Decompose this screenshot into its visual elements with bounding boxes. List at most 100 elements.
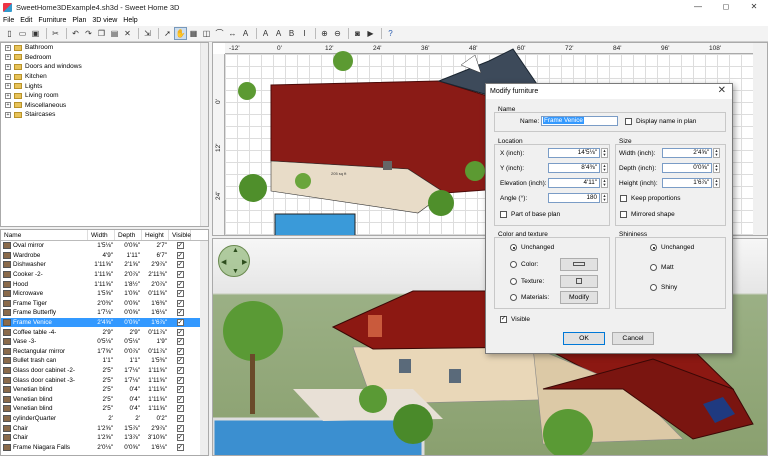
width-input[interactable]: 2'4⅝" bbox=[662, 148, 712, 158]
nav-up-icon[interactable]: ▲ bbox=[232, 247, 239, 254]
table-row[interactable]: Venetian blind 2'5" 0'4" 1'11⅝" ✓ bbox=[1, 404, 208, 414]
shine-unchanged-radio[interactable] bbox=[650, 244, 657, 251]
table-row[interactable]: Coffee table -4- 2'9" 2'9" 0'11⅞" ✓ bbox=[1, 327, 208, 337]
table-row[interactable]: Chair 1'2⅝" 1'5⅞" 2'9⅞" ✓ bbox=[1, 423, 208, 433]
new-home-icon[interactable]: ▯ bbox=[4, 28, 15, 39]
elevation-input[interactable]: 4'11" bbox=[548, 178, 600, 188]
texture-radio[interactable] bbox=[510, 278, 517, 285]
text-style-icon[interactable]: A bbox=[273, 28, 284, 39]
create-dimensions-icon[interactable]: ↔ bbox=[227, 28, 238, 39]
visible-checkbox[interactable]: ✓ bbox=[176, 261, 184, 269]
catalog-category[interactable]: + Kitchen bbox=[1, 72, 208, 82]
visible-checkbox[interactable]: ✓ bbox=[176, 434, 184, 442]
visible-checkbox[interactable]: ✓ bbox=[176, 347, 184, 355]
table-row[interactable]: Hood 1'11⅝" 1'8½" 2'0⅞" ✓ bbox=[1, 279, 208, 289]
italic-icon[interactable]: I bbox=[299, 28, 310, 39]
expand-icon[interactable]: + bbox=[5, 92, 11, 99]
visible-checkbox[interactable]: ✓ bbox=[176, 357, 184, 365]
visible-checkbox[interactable]: ✓ bbox=[176, 424, 184, 432]
select-mode-icon[interactable]: ➚ bbox=[162, 28, 173, 39]
table-row[interactable]: Wardrobe 4'9" 1'11" 6'7" ✓ bbox=[1, 251, 208, 261]
table-row[interactable]: Vase -3- 0'5⅛" 0'5⅛" 1'9" ✓ bbox=[1, 337, 208, 347]
column-visible[interactable]: Visible bbox=[169, 230, 191, 240]
help-icon[interactable]: ? bbox=[385, 28, 396, 39]
visible-checkbox[interactable]: ✓ bbox=[176, 328, 184, 336]
column-height[interactable]: Height bbox=[142, 230, 169, 240]
menu-furniture[interactable]: Furniture bbox=[38, 17, 66, 24]
table-scrollbar[interactable] bbox=[200, 241, 208, 455]
save-icon[interactable]: ▣ bbox=[30, 28, 41, 39]
expand-icon[interactable]: + bbox=[5, 83, 11, 90]
menu-edit[interactable]: Edit bbox=[20, 17, 32, 24]
visible-checkbox[interactable]: ✓ bbox=[176, 367, 184, 375]
table-row[interactable]: Bullet trash can 1'1" 1'1" 1'5⅜" ✓ bbox=[1, 356, 208, 366]
table-row[interactable]: Glass door cabinet -3- 2'5" 1'7⅛" 1'11⅝" ✓ bbox=[1, 375, 208, 385]
navigation-control[interactable]: ▲ ▼ ◀ ▶ bbox=[218, 245, 250, 277]
menu-3d-view[interactable]: 3D view bbox=[92, 17, 117, 24]
name-input[interactable]: Frame Venice bbox=[541, 116, 618, 126]
expand-icon[interactable]: + bbox=[5, 63, 11, 70]
depth-spinner-icon[interactable]: ▲ ▼ bbox=[713, 163, 720, 173]
pan-mode-icon[interactable]: ✋ bbox=[174, 27, 187, 40]
table-row[interactable]: Frame Venice 2'4⅝" 0'0⅝" 1'6⅞" ✓ bbox=[1, 317, 208, 328]
menu-file[interactable]: File bbox=[3, 17, 14, 24]
column-name[interactable]: Name bbox=[1, 230, 88, 240]
menu-plan[interactable]: Plan bbox=[72, 17, 86, 24]
visible-checkbox[interactable]: ✓ bbox=[176, 386, 184, 394]
minimize-button[interactable]: — bbox=[684, 0, 712, 14]
color-button[interactable] bbox=[560, 258, 598, 271]
column-depth[interactable]: Depth bbox=[115, 230, 142, 240]
table-row[interactable]: Frame Butterfly 1'7⅛" 0'0⅝" 1'6⅛" ✓ bbox=[1, 308, 208, 318]
catalog-category[interactable]: + Staircases bbox=[1, 110, 208, 120]
visible-checkbox[interactable]: ✓ bbox=[176, 414, 184, 422]
visible-checkbox[interactable]: ✓ bbox=[176, 405, 184, 413]
visible-checkbox[interactable]: ✓ bbox=[176, 395, 184, 403]
text-style-icon[interactable]: A bbox=[260, 28, 271, 39]
materials-radio[interactable] bbox=[510, 294, 517, 301]
color-radio[interactable] bbox=[510, 261, 517, 268]
delete-icon[interactable]: ✕ bbox=[122, 28, 133, 39]
table-row[interactable]: Rectangular mirror 1'7⅝" 0'0⅞" 0'11⅞" ✓ bbox=[1, 347, 208, 357]
catalog-scrollbar[interactable] bbox=[200, 43, 208, 226]
cut-icon[interactable]: ✂ bbox=[50, 28, 61, 39]
create-walls-icon[interactable]: ▦ bbox=[188, 28, 199, 39]
table-row[interactable]: Frame Tiger 2'0⅜" 0'0⅝" 1'6⅜" ✓ bbox=[1, 299, 208, 309]
elevation-spinner-icon[interactable]: ▲ ▼ bbox=[601, 178, 608, 188]
catalog-category[interactable]: + Bedroom bbox=[1, 53, 208, 63]
bold-icon[interactable]: B bbox=[286, 28, 297, 39]
table-row[interactable]: Oval mirror 1'5⅛" 0'0⅝" 2'7" ✓ bbox=[1, 241, 208, 251]
expand-icon[interactable]: + bbox=[5, 111, 11, 118]
catalog-category[interactable]: + Bathroom bbox=[1, 43, 208, 53]
maximize-button[interactable]: ◻ bbox=[712, 0, 740, 14]
table-row[interactable]: cylinderQuarter 2' 2' 0'2" ✓ bbox=[1, 414, 208, 424]
catalog-category[interactable]: + Living room bbox=[1, 91, 208, 101]
table-row[interactable]: Microwave 1'5⅝" 1'0⅝" 0'11⅝" ✓ bbox=[1, 289, 208, 299]
column-width[interactable]: Width bbox=[88, 230, 115, 240]
copy-icon[interactable]: ❐ bbox=[96, 28, 107, 39]
table-row[interactable]: Glass door cabinet -2- 2'5" 1'7⅛" 1'11⅝" ✓ bbox=[1, 366, 208, 376]
y-spinner-icon[interactable]: ▲ ▼ bbox=[601, 163, 608, 173]
color-unchanged-radio[interactable] bbox=[510, 244, 517, 251]
visible-checkbox[interactable]: ✓ bbox=[176, 290, 184, 298]
nav-down-icon[interactable]: ▼ bbox=[232, 268, 239, 275]
display-name-checkbox[interactable] bbox=[625, 118, 632, 125]
depth-input[interactable]: 0'0⅝" bbox=[662, 163, 712, 173]
visible-checkbox[interactable]: ✓ bbox=[176, 376, 184, 384]
table-row[interactable]: Chair 1'2⅝" 1'3⅞" 3'10⅝" ✓ bbox=[1, 433, 208, 443]
zoom-in-icon[interactable]: ⊕ bbox=[319, 28, 330, 39]
visible-checkbox[interactable]: ✓ bbox=[176, 299, 184, 307]
add-furniture-icon[interactable]: ⇲ bbox=[142, 28, 153, 39]
create-polylines-icon[interactable]: ⌒ bbox=[214, 28, 225, 39]
x-spinner-icon[interactable]: ▲ ▼ bbox=[601, 148, 608, 158]
x-input[interactable]: 14'5⅛" bbox=[548, 148, 600, 158]
modify-materials-button[interactable]: Modify bbox=[560, 291, 598, 304]
expand-icon[interactable]: + bbox=[5, 54, 11, 61]
table-row[interactable]: Venetian blind 2'5" 0'4" 1'11⅝" ✓ bbox=[1, 385, 208, 395]
visible-checkbox[interactable]: ✓ bbox=[176, 443, 184, 451]
dialog-close-icon[interactable]: ✕ bbox=[718, 85, 726, 96]
visible-checkbox[interactable]: ✓ bbox=[176, 280, 184, 288]
cancel-button[interactable]: Cancel bbox=[612, 332, 654, 345]
nav-left-icon[interactable]: ◀ bbox=[221, 258, 226, 266]
visible-checkbox[interactable]: ✓ bbox=[500, 316, 507, 323]
expand-icon[interactable]: + bbox=[5, 44, 11, 51]
